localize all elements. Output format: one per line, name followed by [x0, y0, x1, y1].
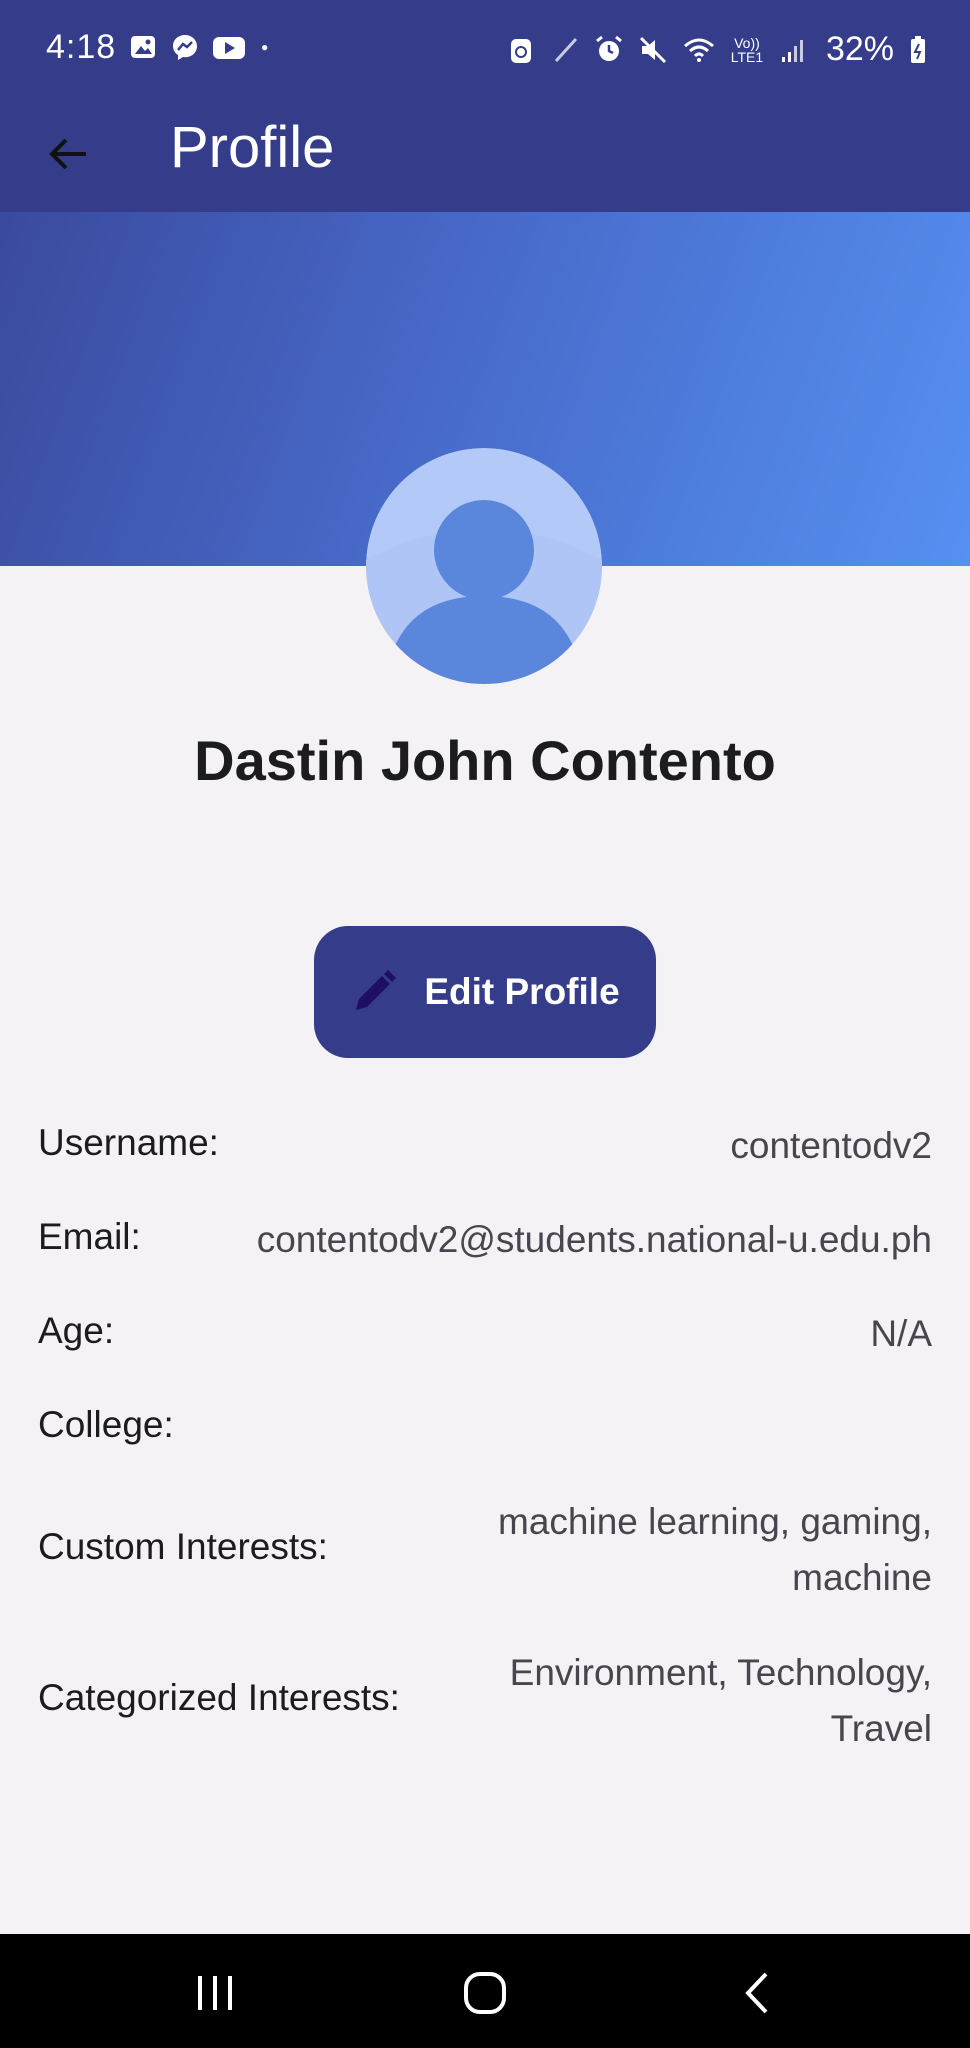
- default-avatar-icon: [366, 448, 602, 684]
- battery-icon: [911, 35, 925, 63]
- age-label: Age:: [38, 1310, 115, 1351]
- info-row-age: Age: N/A: [38, 1306, 932, 1362]
- username-value: contentodv2: [730, 1125, 932, 1166]
- volte-icon: Vo)) LTE1: [730, 34, 764, 65]
- custom-interests-line1: machine learning, gaming,: [498, 1501, 932, 1542]
- email-value: contentodv2@students.national-u.edu.ph: [256, 1219, 932, 1260]
- back-nav-button[interactable]: [724, 1958, 794, 2028]
- pencil-icon: [356, 970, 397, 1010]
- status-bar: 4:18 Vo)) LTE1 32%: [0, 0, 970, 100]
- page-title: Profile: [170, 115, 335, 180]
- app-bar: Profile: [0, 100, 970, 212]
- status-right-icons: Vo)) LTE1 32%: [506, 30, 928, 69]
- arrow-left-icon: [49, 138, 86, 170]
- info-row-custom-interests: Custom Interests: machine learning, gami…: [38, 1494, 932, 1606]
- signal-icon: [781, 39, 803, 62]
- mute-icon: [639, 36, 666, 63]
- status-time: 4:18: [46, 28, 117, 66]
- gallery-icon: [131, 36, 155, 58]
- recents-icon: [198, 1976, 232, 2010]
- battery-percent: 32%: [825, 30, 894, 68]
- top-bar: 4:18 Vo)) LTE1 32% Profile: [0, 0, 970, 212]
- pen-icon: [554, 37, 578, 62]
- profile-name: Dastin John Contento: [194, 729, 776, 792]
- categorized-interests-line1: Environment, Technology,: [509, 1652, 932, 1693]
- system-nav-bar: [0, 1934, 970, 2048]
- college-label: College:: [38, 1404, 174, 1445]
- wifi-icon: [683, 38, 714, 62]
- home-icon: [464, 1972, 506, 2014]
- back-button[interactable]: [36, 122, 100, 186]
- recycle-icon: [510, 38, 531, 63]
- edit-profile-label: Edit Profile: [424, 971, 620, 1012]
- edit-profile-button[interactable]: Edit Profile: [314, 926, 656, 1058]
- alarm-icon: [596, 35, 622, 61]
- recent-apps-button[interactable]: [180, 1958, 250, 2028]
- custom-interests-line2: machine: [792, 1557, 932, 1598]
- youtube-icon: [213, 37, 245, 59]
- email-label: Email:: [38, 1216, 141, 1257]
- info-row-username: Username: contentodv2: [38, 1118, 932, 1174]
- info-row-email: Email: contentodv2@students.national-u.e…: [38, 1212, 932, 1268]
- categorized-interests-line2: Travel: [830, 1708, 932, 1749]
- age-value: N/A: [870, 1313, 932, 1354]
- categorized-interests-label: Categorized Interests:: [38, 1677, 400, 1718]
- custom-interests-label: Custom Interests:: [38, 1526, 328, 1567]
- home-button[interactable]: [450, 1958, 520, 2028]
- username-label: Username:: [38, 1122, 219, 1163]
- status-left-icons: [128, 32, 278, 62]
- chevron-left-icon: [745, 1972, 768, 2014]
- dot-icon: [262, 45, 268, 51]
- info-row-categorized-interests: Categorized Interests: Environment, Tech…: [38, 1645, 932, 1757]
- info-row-college: College:: [38, 1400, 932, 1456]
- avatar: [366, 448, 602, 684]
- messenger-icon: [173, 35, 197, 60]
